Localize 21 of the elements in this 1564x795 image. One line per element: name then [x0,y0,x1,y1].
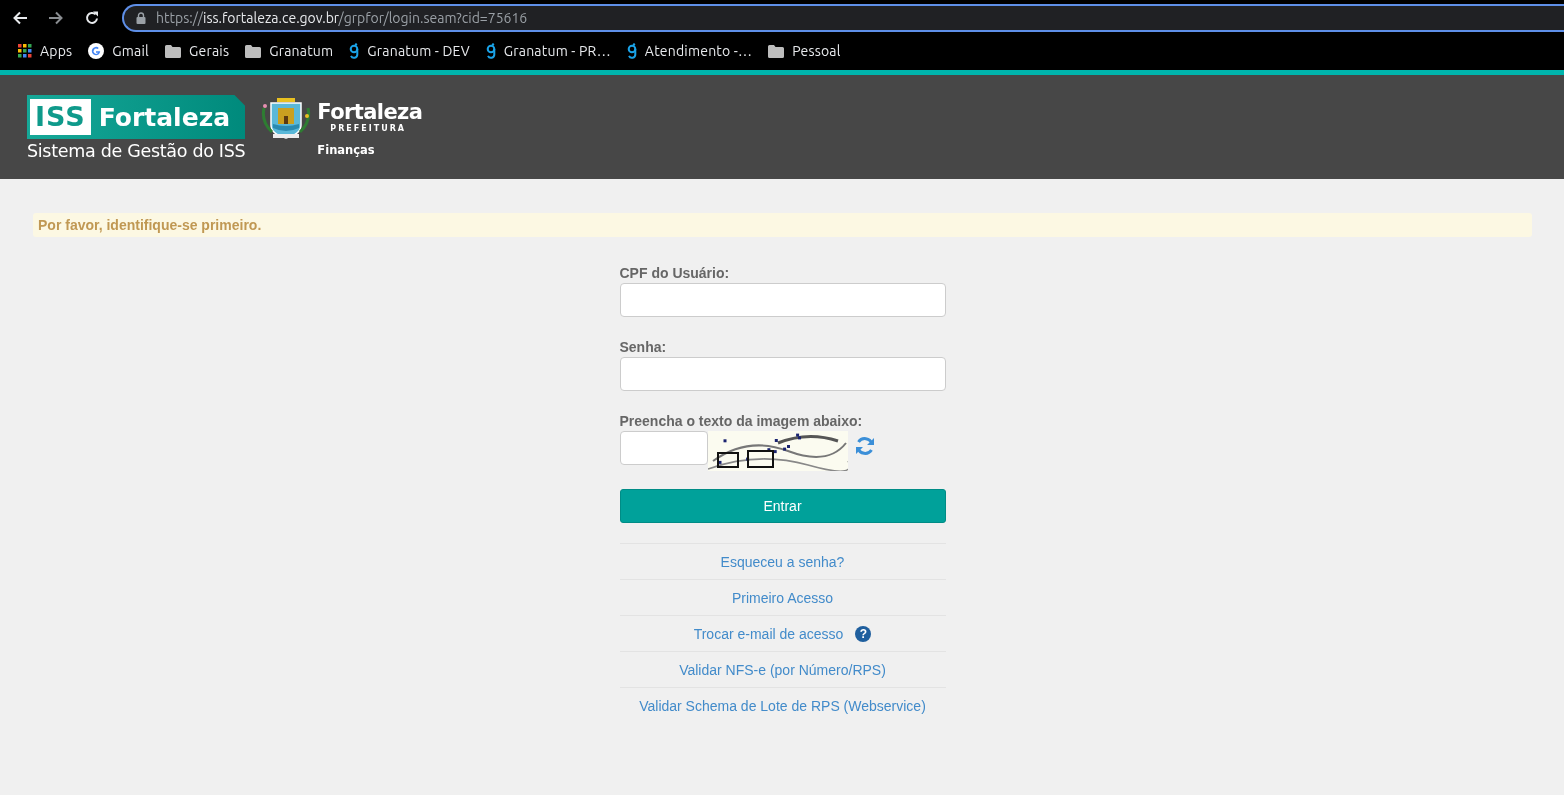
bookmark[interactable]: Granatum - DEV [341,38,478,64]
logo-subtitle: Sistema de Gestão do ISS [27,141,246,161]
city-logo-name: Fortaleza [317,99,423,124]
department-name: Finanças [317,142,375,157]
address-bar[interactable]: https://iss.fortaleza.ce.gov.br/grpfor/login.seam?cid=75616 [122,4,1564,32]
help-icon[interactable]: ? [855,625,872,642]
bookmark[interactable]: Granatum - PR… [477,38,619,64]
logo-name: Fortaleza [98,102,231,132]
city-logo-tag: PREFEITURA [330,123,407,133]
alert-message: Por favor, identifique-se primeiro. [33,213,1532,237]
bookmark[interactable]: Granatum [237,38,342,64]
url-text: https://iss.fortaleza.ce.gov.br/grpfor/login.seam?cid=75616 [156,10,528,26]
bookmark[interactable]: Gerais [157,38,238,64]
bookmark[interactable]: Pessoal [760,38,849,64]
bookmark[interactable]: Gmail [80,38,157,64]
logo-badge: ISS [30,99,91,135]
field-label: CPF do Usuário: [619,265,731,281]
field-label: Senha: [619,339,668,355]
bookmark[interactable]: Atendimento -… [618,38,761,64]
field-label: Preencha o texto da imagem abaixo: [619,413,864,429]
bookmark[interactable]: Apps [10,38,81,64]
